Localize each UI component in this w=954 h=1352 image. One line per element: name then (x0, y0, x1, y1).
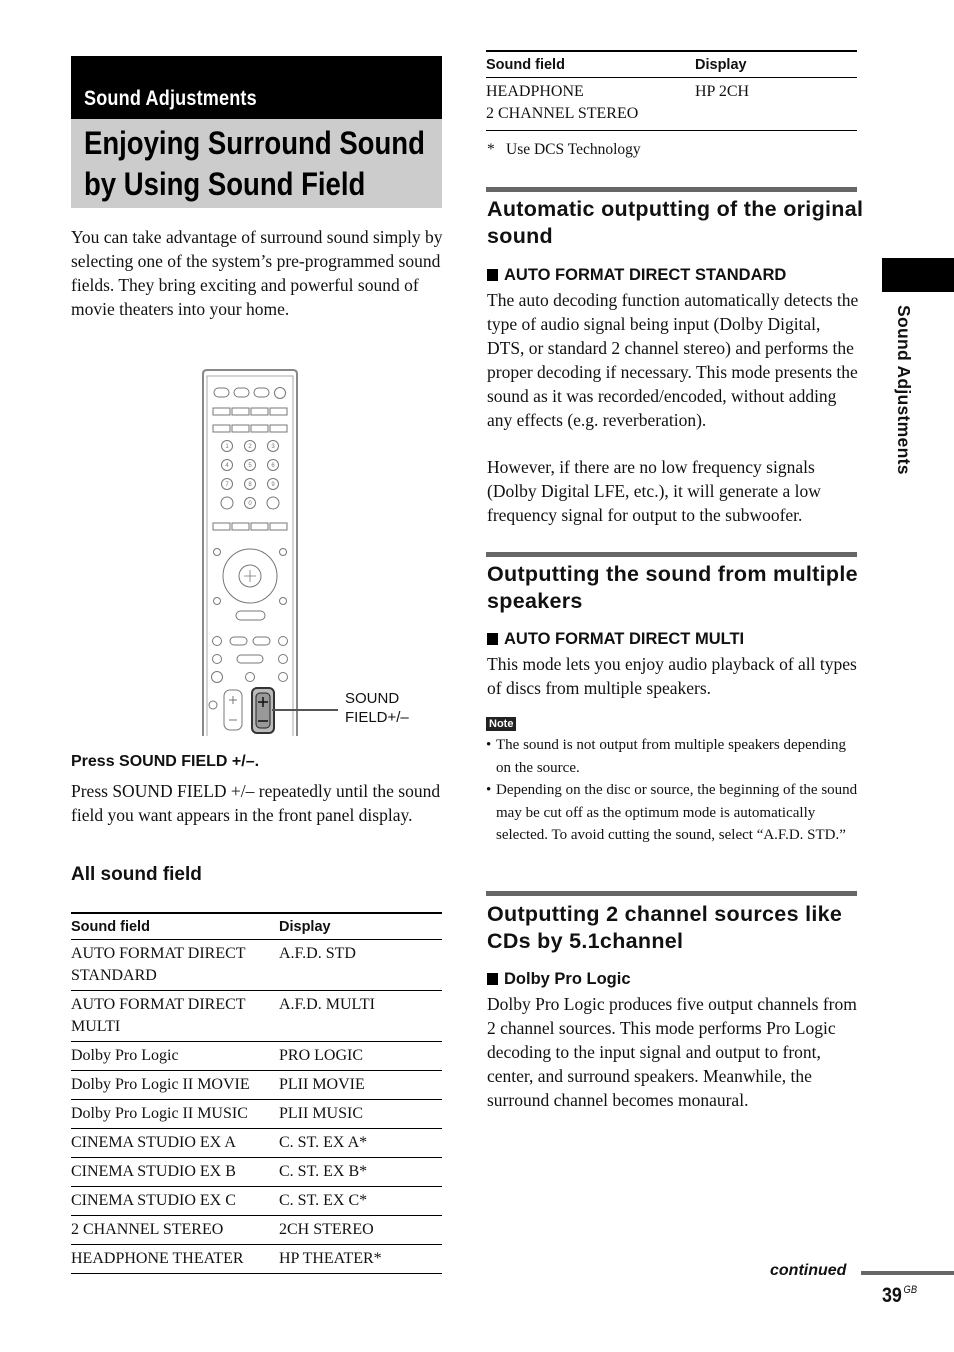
column-header-display: Display (279, 912, 442, 940)
sound-field-table: Sound field Display AUTO FORMAT DIRECT S… (71, 912, 442, 1274)
svg-text:4: 4 (225, 463, 229, 469)
footnote-text: Use DCS Technology (506, 141, 641, 158)
table-row: Dolby Pro Logic II MUSIC PLII MUSIC (71, 1099, 442, 1129)
table-header-row: Sound field Display (486, 50, 857, 78)
column-header-display: Display (695, 50, 857, 78)
table-row: Dolby Pro Logic PRO LOGIC (71, 1041, 442, 1071)
square-bullet-icon (487, 633, 498, 645)
table-row: CINEMA STUDIO EX B C. ST. EX B* (71, 1157, 442, 1187)
square-bullet-icon (487, 269, 498, 281)
table-row: CINEMA STUDIO EX A C. ST. EX A* (71, 1128, 442, 1158)
sound-field-cell: AUTO FORMAT DIRECT MULTI (71, 990, 279, 1042)
column-header-sound-field: Sound field (71, 912, 279, 940)
sound-field-cell: HEADPHONE THEATER (71, 1244, 279, 1274)
remote-control-illustration: 1 2 3 4 5 6 7 8 9 0 (202, 369, 298, 736)
svg-text:1: 1 (225, 444, 229, 450)
table-row: CINEMA STUDIO EX C C. ST. EX C* (71, 1186, 442, 1216)
section-rule (486, 891, 857, 896)
display-cell: PLII MUSIC (279, 1099, 442, 1129)
step-heading: Press SOUND FIELD +/–. (71, 753, 260, 770)
display-cell: C. ST. EX A* (279, 1128, 442, 1158)
section-rule (486, 187, 857, 192)
sound-field-cell: CINEMA STUDIO EX C (71, 1186, 279, 1216)
intro-paragraph: You can take advantage of surround sound… (71, 227, 443, 319)
page-title-line-2: by Using Sound Field (84, 166, 366, 202)
page-number: 39 GB (882, 1284, 918, 1307)
square-bullet-icon (487, 973, 498, 985)
svg-text:3: 3 (271, 444, 275, 450)
display-cell: C. ST. EX B* (279, 1157, 442, 1187)
sound-field-cell: Dolby Pro Logic II MUSIC (71, 1099, 279, 1129)
note-item: • The sound is not output from multiple s… (486, 737, 846, 776)
note-list: • The sound is not output from multiple s… (486, 734, 861, 847)
section-paragraph: Dolby Pro Logic produces five output cha… (487, 994, 857, 1110)
continued-bar (861, 1271, 954, 1275)
section-paragraph: This mode lets you enjoy audio playback … (487, 654, 857, 698)
section-bar: Sound Adjustments (71, 56, 442, 119)
page-title: Enjoying Surround Sound by Using Sound F… (71, 119, 442, 208)
display-cell: PRO LOGIC (279, 1041, 442, 1071)
footnote: * Use DCS Technology (487, 141, 641, 159)
sound-field-cell: Dolby Pro Logic (71, 1041, 279, 1071)
all-sound-field-heading: All sound field (71, 864, 202, 885)
sound-field-cell: CINEMA STUDIO EX B (71, 1157, 279, 1187)
display-cell: HP 2CH (695, 77, 857, 131)
side-tab-marker (882, 258, 954, 292)
table-row: AUTO FORMAT DIRECT STANDARD A.F.D. STD (71, 939, 442, 991)
sound-field-cell: CINEMA STUDIO EX A (71, 1128, 279, 1158)
subheading-afd-standard: AUTO FORMAT DIRECT STANDARD (487, 266, 786, 285)
display-cell: HP THEATER* (279, 1244, 442, 1274)
sound-field-cell: Dolby Pro Logic II MOVIE (71, 1070, 279, 1100)
callout-line (272, 709, 338, 711)
svg-text:5: 5 (248, 463, 252, 469)
table-row: Dolby Pro Logic II MOVIE PLII MOVIE (71, 1070, 442, 1100)
note-item: • Depending on the disc or source, the be… (486, 782, 858, 843)
sound-field-button-highlight (251, 687, 275, 734)
display-cell: C. ST. EX C* (279, 1186, 442, 1216)
table-row: 2 CHANNEL STEREO 2CH STEREO (71, 1215, 442, 1245)
section-paragraph: However, if there are no low frequency s… (487, 457, 821, 525)
subheading-afd-multi: AUTO FORMAT DIRECT MULTI (487, 630, 744, 649)
display-cell: A.F.D. STD (279, 939, 442, 991)
sound-field-cell: AUTO FORMAT DIRECT STANDARD (71, 939, 279, 991)
table-row: AUTO FORMAT DIRECT MULTI A.F.D. MULTI (71, 990, 442, 1042)
section-label: Sound Adjustments (84, 87, 257, 110)
sound-field-cell: 2 CHANNEL STEREO (71, 1215, 279, 1245)
svg-text:8: 8 (248, 482, 252, 488)
display-cell: A.F.D. MULTI (279, 990, 442, 1042)
sound-field-callout: SOUND FIELD+/– (345, 690, 409, 726)
sound-field-cell: HEADPHONE 2 CHANNEL STEREO (486, 77, 695, 131)
column-header-sound-field: Sound field (486, 50, 695, 78)
page-suffix: GB (903, 1284, 918, 1296)
svg-text:9: 9 (271, 482, 275, 488)
note-badge: Note (486, 717, 517, 731)
table-row: HEADPHONE THEATER HP THEATER* (71, 1244, 442, 1274)
svg-text:6: 6 (271, 463, 275, 469)
svg-text:2: 2 (248, 444, 252, 450)
page-title-line-1: Enjoying Surround Sound (84, 125, 425, 161)
title-block: Sound Adjustments Enjoying Surround Soun… (71, 56, 442, 208)
svg-text:7: 7 (225, 482, 229, 488)
table-row: HEADPHONE 2 CHANNEL STEREO HP 2CH (486, 77, 857, 131)
footnote-mark: * (487, 141, 495, 158)
section-paragraph: The auto decoding function automatically… (487, 290, 859, 430)
side-tab-label: Sound Adjustments (894, 305, 914, 475)
table-header-row: Sound field Display (71, 912, 442, 940)
subheading-dolby-pro-logic: Dolby Pro Logic (487, 970, 631, 989)
section-heading-2ch-sources: Outputting 2 channel sources like CDs by… (487, 902, 843, 953)
section-heading-multiple-speakers: Outputting the sound from multiple speak… (487, 562, 858, 613)
step-body: Press SOUND FIELD +/– repeatedly until t… (71, 781, 441, 825)
section-rule (486, 552, 857, 557)
display-cell: 2CH STEREO (279, 1215, 442, 1245)
table-body: AUTO FORMAT DIRECT STANDARD A.F.D. STD AUT… (71, 939, 442, 1274)
display-cell: PLII MOVIE (279, 1070, 442, 1100)
svg-text:0: 0 (248, 501, 252, 507)
sound-field-table-continued: Sound field Display HEADPHONE 2 CHANNEL S… (486, 50, 857, 131)
section-heading-automatic-outputting: Automatic outputting of the original sou… (487, 197, 864, 248)
continued-label: continued (770, 1262, 847, 1279)
